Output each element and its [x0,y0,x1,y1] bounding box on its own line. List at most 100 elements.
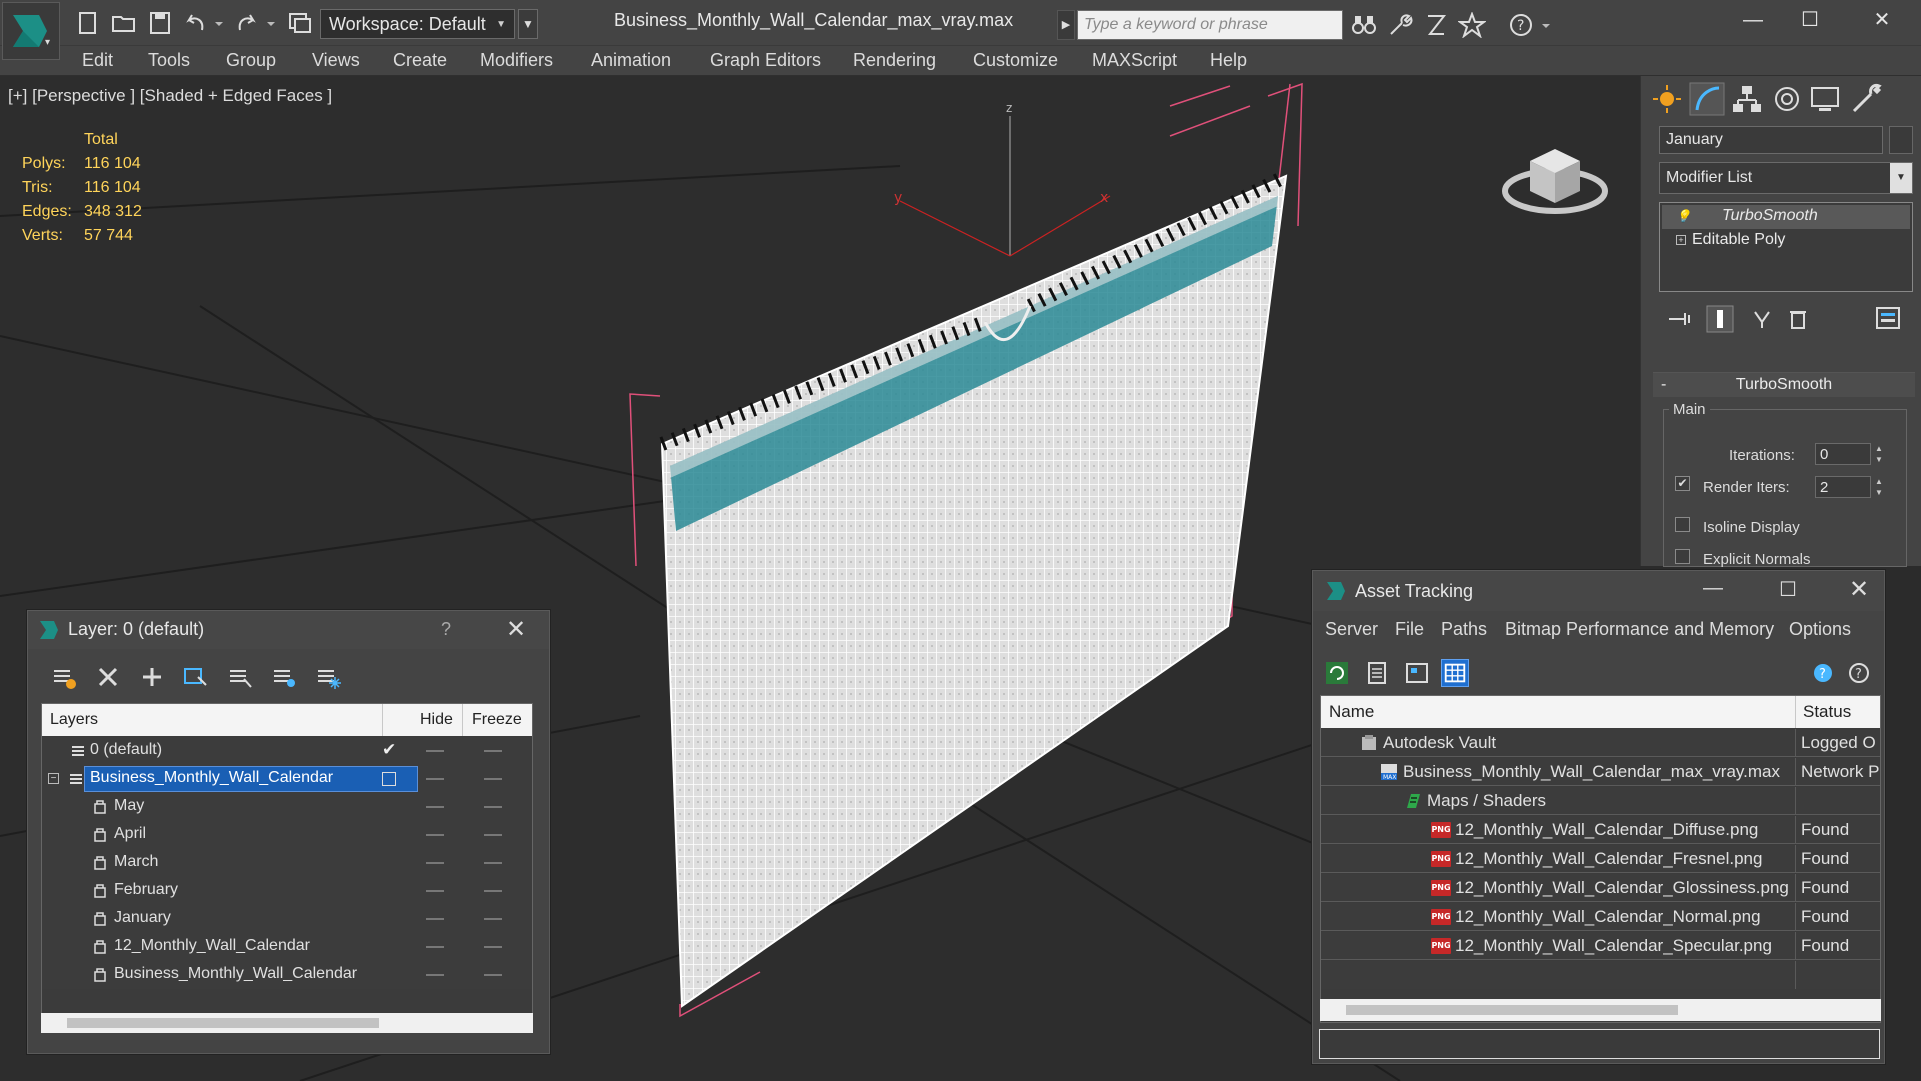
highlight-selected-layer-icon[interactable] [226,663,254,691]
spinner-arrows-icon[interactable]: ▲ ▼ [1873,443,1885,465]
tree-view-icon[interactable] [1403,659,1431,687]
favorites-star-icon[interactable] [1456,11,1488,39]
asset-row[interactable]: PNG 12_Monthly_Wall_Calendar_Normal.png … [1321,903,1880,931]
select-objects-in-layer-icon[interactable] [182,663,210,691]
hide-all-layers-icon[interactable] [270,663,298,691]
layer-object-row[interactable]: March [42,849,532,877]
iterations-spinner[interactable]: 0 [1815,443,1871,465]
close-icon[interactable]: ✕ [1849,575,1869,604]
minimize-button[interactable]: — [1725,0,1781,40]
menu-create[interactable]: Create [393,50,447,71]
whats-this-icon[interactable]: ? [1845,659,1873,687]
search-input[interactable]: Type a keyword or phrase [1077,10,1343,40]
layer-object-row[interactable]: 12_Monthly_Wall_Calendar [42,933,532,961]
asset-horizontal-scrollbar[interactable] [1320,999,1881,1021]
layer-object-row[interactable]: Business_Monthly_Wall_Calendar [42,961,532,989]
asset-menu-paths[interactable]: Paths [1441,619,1487,640]
menu-group[interactable]: Group [226,50,276,71]
set-current-layer-checkbox[interactable] [382,772,396,786]
column-header-status[interactable]: Status [1803,702,1851,722]
hide-toggle[interactable] [426,974,444,976]
explicit-normals-checkbox[interactable] [1675,549,1690,564]
asset-row[interactable]: MAX Business_Monthly_Wall_Calendar_max_v… [1321,758,1880,786]
layer-horizontal-scrollbar[interactable] [41,1013,533,1033]
object-color-swatch[interactable] [1889,126,1913,154]
open-folder-icon[interactable] [110,10,138,36]
hide-toggle[interactable] [426,750,444,752]
asset-row[interactable]: PNG 12_Monthly_Wall_Calendar_Fresnel.png… [1321,845,1880,873]
freeze-toggle[interactable] [484,918,502,920]
maximize-icon[interactable]: ☐ [1779,577,1797,602]
refresh-icon[interactable] [1323,659,1351,687]
object-name-field[interactable]: January [1659,126,1883,154]
turbosmooth-rollout-header[interactable]: - TurboSmooth [1653,373,1915,397]
modify-tab-icon[interactable] [1689,82,1725,116]
asset-row[interactable]: PNG 12_Monthly_Wall_Calendar_Diffuse.png… [1321,816,1880,844]
help-icon[interactable]: ? [1508,12,1536,38]
layer-dialog-titlebar[interactable]: Layer: 0 (default) ? ✕ [28,611,549,649]
wrench-icon[interactable] [1386,12,1414,38]
new-file-icon[interactable] [74,10,102,36]
menu-animation[interactable]: Animation [591,50,671,71]
freeze-toggle[interactable] [484,834,502,836]
list-view-icon[interactable] [1363,659,1391,687]
asset-row[interactable]: PNG 12_Monthly_Wall_Calendar_Glossiness.… [1321,874,1880,902]
asset-dialog-titlebar[interactable]: Asset Tracking — ☐ ✕ [1313,571,1884,611]
close-icon[interactable]: ✕ [506,615,526,644]
layer-object-row[interactable]: February [42,877,532,905]
delete-layer-icon[interactable] [94,663,122,691]
pin-stack-icon[interactable] [1665,304,1695,334]
search-expand-button[interactable]: ▶ [1057,10,1075,40]
menu-help[interactable]: Help [1210,50,1247,71]
layer-settings-icon[interactable] [50,663,78,691]
help-contents-icon[interactable]: ? [1809,659,1837,687]
viewcube[interactable] [1500,121,1610,226]
menu-edit[interactable]: Edit [82,50,113,71]
add-to-layer-icon[interactable] [138,663,166,691]
utilities-tab-icon[interactable] [1847,82,1883,116]
menu-graph-editors[interactable]: Graph Editors [710,50,821,71]
render-iters-spinner[interactable]: 2 [1815,476,1871,498]
app-logo-icon[interactable]: ▾ [2,2,60,60]
freeze-toggle[interactable] [484,890,502,892]
make-unique-icon[interactable] [1747,304,1777,334]
asset-menu-file[interactable]: File [1395,619,1424,640]
asset-row[interactable]: PNG 12_Monthly_Wall_Calendar_Specular.pn… [1321,932,1880,960]
freeze-toggle[interactable] [484,806,502,808]
maximize-button[interactable]: ☐ [1782,0,1838,40]
layer-row-selected[interactable]: − Business_Monthly_Wall_Calendar [42,765,532,793]
undo-dropdown-icon[interactable] [212,10,226,36]
redo-dropdown-icon[interactable] [264,10,278,36]
hide-toggle[interactable] [426,862,444,864]
motion-tab-icon[interactable] [1769,82,1805,116]
isoline-display-checkbox[interactable] [1675,517,1690,532]
hide-toggle[interactable] [426,890,444,892]
table-view-icon[interactable] [1441,659,1469,687]
binoculars-icon[interactable] [1350,12,1378,38]
workspace-menu-button[interactable]: ▼ [518,9,538,39]
render-iters-checkbox[interactable]: ✔ [1675,476,1690,491]
asset-menu-bitmap-performance[interactable]: Bitmap Performance and Memory [1505,619,1774,640]
layer-object-row[interactable]: April [42,821,532,849]
freeze-all-layers-icon[interactable] [314,663,342,691]
spinner-arrows-icon[interactable]: ▲ ▼ [1873,476,1885,498]
hide-toggle[interactable] [426,946,444,948]
asset-menu-options[interactable]: Options [1789,619,1851,640]
freeze-toggle[interactable] [484,974,502,976]
sign-in-icon[interactable] [1422,12,1450,38]
menu-customize[interactable]: Customize [973,50,1058,71]
menu-modifiers[interactable]: Modifiers [480,50,553,71]
menu-rendering[interactable]: Rendering [853,50,936,71]
project-folder-icon[interactable] [286,10,314,36]
lightbulb-icon[interactable]: 💡 [1676,209,1691,223]
hide-toggle[interactable] [426,806,444,808]
column-header-name[interactable]: Name [1329,702,1374,722]
freeze-toggle[interactable] [484,862,502,864]
collapse-minus-icon[interactable]: − [48,773,59,784]
layer-row[interactable]: 0 (default) ✔ [42,737,532,765]
menu-views[interactable]: Views [312,50,360,71]
asset-row[interactable]: Maps / Shaders [1321,787,1880,815]
configure-modifier-sets-icon[interactable] [1873,304,1903,334]
help-icon[interactable]: ? [441,619,451,640]
scrollbar-thumb[interactable] [1346,1005,1678,1015]
